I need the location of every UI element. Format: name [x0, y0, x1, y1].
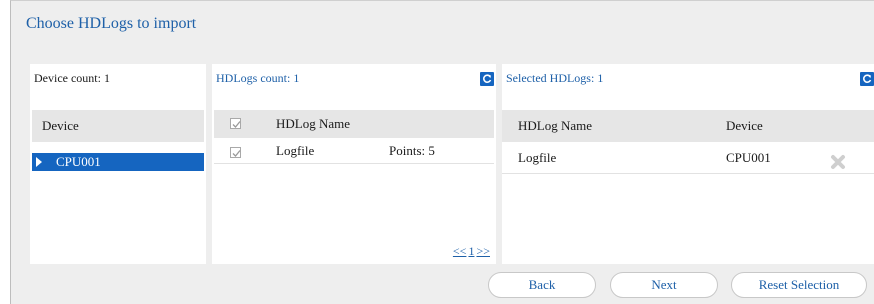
pager: << 1 >> [451, 244, 490, 259]
refresh-icon[interactable] [480, 72, 494, 86]
expand-triangle-icon[interactable] [36, 157, 42, 167]
device-tree-item-label: CPU001 [56, 154, 101, 169]
hdlog-name-cell: Logfile [276, 143, 315, 158]
hdlog-name-column-header: HDLog Name [276, 116, 351, 131]
selected-table-header: HDLog Name Device [502, 110, 874, 142]
hdlogs-panel: HDLogs count: 1 HDLog Name Logfile Point… [212, 64, 496, 264]
reset-selection-button[interactable]: Reset Selection [731, 272, 867, 298]
next-button[interactable]: Next [610, 272, 718, 298]
selected-count-label: Selected HDLogs: 1 [506, 71, 604, 85]
select-all-checkbox[interactable] [230, 118, 241, 129]
pager-prev-link[interactable]: << [453, 244, 467, 258]
row-checkbox[interactable] [230, 147, 241, 158]
device-panel: Device count: 1 Device CPU001 [30, 64, 206, 264]
selected-hdlogs-panel: Selected HDLogs: 1 HDLog Name Device Log… [502, 64, 874, 264]
pager-page-link[interactable]: 1 [468, 244, 474, 258]
table-row: Logfile CPU001 [502, 142, 874, 174]
selected-name-column-header: HDLog Name [518, 118, 593, 133]
device-tree-item[interactable]: CPU001 [32, 153, 204, 171]
selected-device-cell: CPU001 [726, 150, 771, 165]
remove-x-icon[interactable] [830, 150, 846, 182]
hdlogs-table-header: HDLog Name [214, 110, 494, 138]
selected-name-cell: Logfile [518, 150, 557, 165]
hdlog-points-cell: Points: 5 [389, 143, 435, 158]
pager-next-link[interactable]: >> [476, 244, 490, 258]
hdlogs-count-label: HDLogs count: 1 [216, 71, 300, 85]
dialog-title: Choose HDLogs to import [26, 15, 197, 32]
device-count-label: Device count: 1 [34, 71, 110, 85]
device-column-header: Device [32, 110, 204, 142]
refresh-icon[interactable] [860, 72, 874, 86]
table-row[interactable]: Logfile Points: 5 [214, 140, 494, 164]
selected-device-column-header: Device [726, 118, 763, 133]
back-button[interactable]: Back [488, 272, 596, 298]
